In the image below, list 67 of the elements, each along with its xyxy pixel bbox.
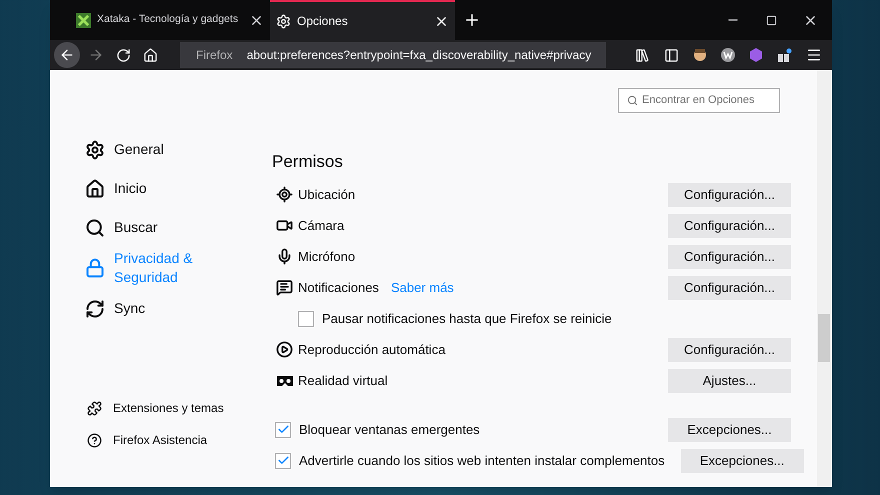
permission-label: Ubicación: [298, 186, 356, 204]
new-tab-icon[interactable]: [463, 11, 481, 29]
section-title: Permisos: [272, 151, 344, 173]
settings-button[interactable]: Excepciones...: [668, 418, 791, 442]
browser-tab[interactable]: Xataka - Tecnología y gadgets: [70, 0, 270, 40]
tab-title: Opciones: [297, 13, 349, 30]
gear-icon: [276, 14, 291, 28]
check-icon: [276, 423, 290, 436]
back-arrow-icon: [59, 47, 75, 63]
permission-label: Micrófono: [298, 248, 356, 266]
sidebar-link[interactable]: Extensiones y temas: [85, 392, 272, 424]
settings-button[interactable]: Ajustes...: [668, 368, 791, 392]
lock-icon: [85, 258, 105, 278]
permission-label: Notificaciones: [298, 278, 379, 297]
home-icon[interactable]: [143, 48, 158, 62]
vr-headset-icon: [276, 374, 294, 386]
checkbox[interactable]: [275, 422, 291, 438]
search-field[interactable]: Encontrar en Opciones: [618, 88, 780, 113]
reload-icon[interactable]: [116, 48, 131, 62]
home-icon: [85, 178, 105, 198]
settings-button[interactable]: Configuración...: [668, 338, 791, 362]
sidebar-item[interactable]: Buscar: [85, 208, 272, 247]
maximize-icon[interactable]: [766, 14, 777, 26]
cube-icon[interactable]: [749, 48, 763, 62]
speech-bubble-icon: [276, 279, 293, 296]
extension-icon[interactable]: [721, 48, 735, 62]
sidebar-item[interactable]: Sync: [85, 289, 272, 328]
settings-button[interactable]: Configuración...: [668, 276, 791, 300]
check-icon: [276, 454, 290, 467]
sidebar-item[interactable]: Inicio: [85, 169, 272, 208]
sidebar-icon[interactable]: [664, 48, 679, 62]
permission-label: Realidad virtual: [298, 372, 388, 390]
search-icon: [85, 218, 105, 238]
extension-icon[interactable]: [693, 48, 707, 62]
permission-label: Cámara: [298, 216, 344, 235]
checkbox-label: Pausar notificaciones hasta que Firefox se reinicie: [322, 310, 612, 328]
library-icon[interactable]: [635, 48, 650, 62]
scrollbar[interactable]: [817, 70, 831, 487]
permission-label: Reproducción automática: [298, 340, 446, 359]
site-favicon-icon: [76, 12, 91, 28]
extension-icon[interactable]: [777, 48, 792, 62]
tab-title: Xataka - Tecnología y gadgets: [97, 12, 240, 28]
settings-button[interactable]: Excepciones...: [680, 448, 804, 472]
sidebar-link[interactable]: Firefox Asistencia: [85, 424, 272, 456]
url-text: about:preferences?entrypoint=fxa_discoverability_native#privacy: [246, 47, 592, 64]
search-icon: [627, 95, 638, 106]
menu-icon[interactable]: [806, 47, 822, 63]
address-bar[interactable]: Firefox about:preferences?entrypoint=fxa_discoverability_native#privacy: [180, 42, 606, 68]
location-icon: [276, 186, 293, 203]
settings-button[interactable]: Configuración...: [668, 182, 791, 206]
checkbox[interactable]: [298, 310, 314, 326]
settings-button[interactable]: Configuración...: [668, 214, 791, 238]
puzzle-icon: [87, 400, 102, 416]
help-icon: [87, 432, 102, 448]
forward-icon[interactable]: [88, 47, 104, 63]
sidebar-item[interactable]: General: [85, 130, 272, 169]
microphone-icon: [276, 248, 293, 265]
browser-tab[interactable]: Opciones: [270, 0, 455, 40]
checkbox-label: Bloquear ventanas emergentes: [299, 420, 480, 439]
checkbox[interactable]: [275, 452, 291, 468]
checkbox-label: Advertirle cuando los sitios web intenten instalar complementos: [299, 452, 665, 470]
back-button[interactable]: [54, 42, 80, 68]
gear-icon: [85, 140, 105, 160]
identity-label: Firefox: [196, 47, 233, 64]
sync-icon: [85, 298, 105, 318]
play-icon: [276, 341, 293, 358]
settings-button[interactable]: Configuración...: [668, 244, 791, 268]
